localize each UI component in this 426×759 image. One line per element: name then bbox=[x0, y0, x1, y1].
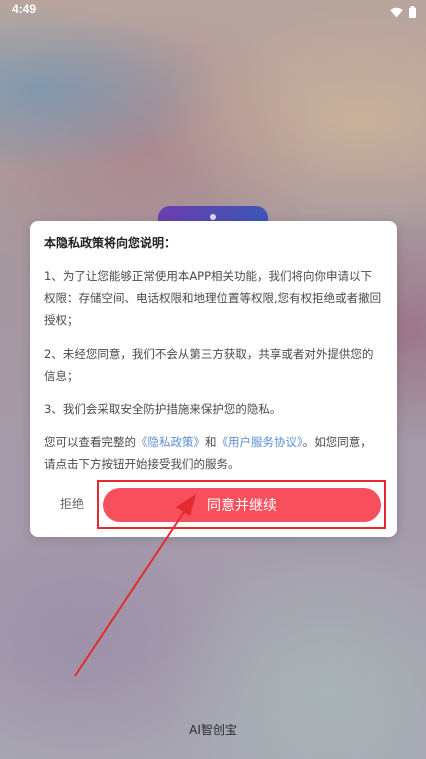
arrow-head bbox=[176, 494, 196, 516]
annotation-arrow bbox=[74, 494, 196, 677]
arrow-line bbox=[74, 508, 187, 677]
app-name-label: AI智创宝 bbox=[189, 723, 237, 737]
